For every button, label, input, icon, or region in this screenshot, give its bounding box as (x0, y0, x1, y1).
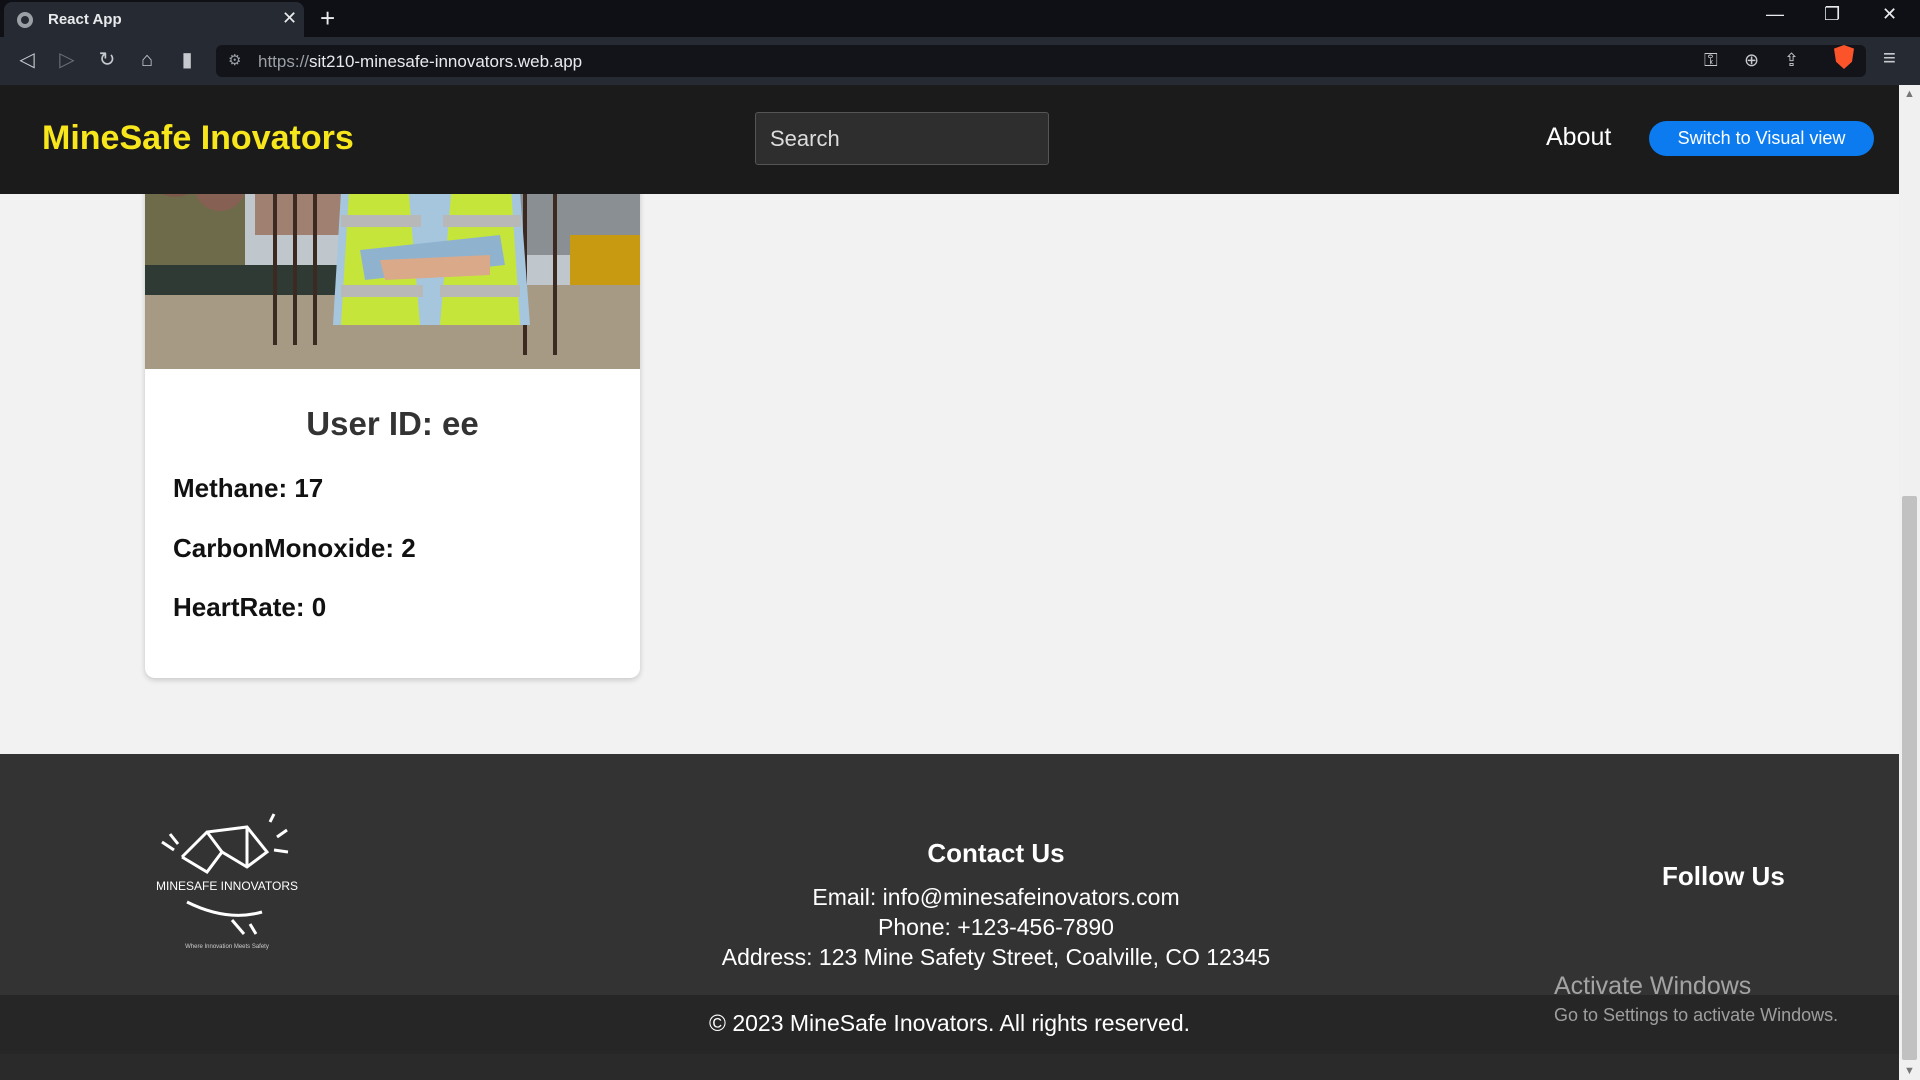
contact-address: Address: 123 Mine Safety Street, Coalvil… (721, 944, 1271, 970)
heart-rate-reading: HeartRate: 0 (173, 592, 327, 622)
reload-icon[interactable]: ↻ (92, 45, 122, 75)
bookmark-icon[interactable]: ▮ (172, 45, 202, 75)
site-brand[interactable]: MineSafe Inovators (42, 119, 354, 158)
back-icon[interactable]: ◁ (12, 45, 42, 75)
site-navbar: MineSafe Inovators About Switch to Visua… (0, 85, 1899, 194)
site-footer: MINESAFE INNOVATORS Where Innovation Mee… (0, 754, 1899, 995)
new-tab-button[interactable]: + (320, 2, 335, 34)
zoom-icon[interactable]: ⊕ (1744, 50, 1759, 71)
contact-title: Contact Us (927, 838, 1065, 868)
about-link[interactable]: About (1546, 123, 1611, 152)
menu-icon[interactable]: ≡ (1883, 45, 1896, 71)
footer-bottom-strip (0, 1054, 1899, 1080)
address-bar[interactable]: ⚙ https://sit210-minesafe-innovators.web… (216, 45, 1866, 77)
browser-tab-bar: React App ✕ + — ❐ ✕ (0, 0, 1920, 37)
carbon-monoxide-reading: CarbonMonoxide: 2 (173, 533, 416, 563)
scroll-up-arrow-icon[interactable]: ▲ (1899, 85, 1920, 103)
url-text[interactable]: https://sit210-minesafe-innovators.web.a… (258, 52, 582, 72)
home-icon[interactable]: ⌂ (132, 45, 162, 75)
user-id-title: User ID: ee (306, 405, 479, 442)
browser-tab[interactable]: React App ✕ (4, 2, 304, 37)
watermark-subtitle: Go to Settings to activate Windows. (1554, 1005, 1839, 1025)
tab-title: React App (48, 11, 122, 28)
search-input[interactable] (755, 112, 1049, 165)
page-viewport: MineSafe Inovators About Switch to Visua… (0, 85, 1920, 1080)
forward-icon[interactable]: ▷ (52, 45, 82, 75)
key-icon[interactable]: ⚿ (1704, 50, 1718, 71)
contact-email: Email: info@minesafeinovators.com (812, 884, 1180, 910)
globe-icon (17, 12, 33, 28)
vertical-scrollbar[interactable]: ▲ ▼ (1899, 85, 1920, 1080)
contact-phone: Phone: +123-456-7890 (878, 914, 1114, 940)
windows-activation-watermark: Activate Windows Go to Settings to activ… (1554, 972, 1838, 1026)
share-icon[interactable]: ⇪ (1784, 50, 1799, 71)
site-settings-icon[interactable]: ⚙ (228, 51, 241, 69)
window-close-button[interactable]: ✕ (1882, 4, 1897, 25)
tab-close-icon[interactable]: ✕ (282, 8, 297, 29)
switch-visual-view-button[interactable]: Switch to Visual view (1649, 121, 1874, 156)
window-restore-button[interactable]: ❐ (1824, 4, 1840, 25)
follow-us-title: Follow Us (1662, 861, 1785, 891)
browser-toolbar: ◁ ▷ ↻ ⌂ ▮ ⚙ https://sit210-minesafe-inno… (0, 37, 1920, 85)
scroll-down-arrow-icon[interactable]: ▼ (1899, 1062, 1920, 1080)
methane-reading: Methane: 17 (173, 473, 324, 503)
scrollbar-thumb[interactable] (1902, 496, 1917, 1060)
window-minimize-button[interactable]: — (1766, 4, 1784, 25)
watermark-title: Activate Windows (1554, 972, 1752, 1000)
